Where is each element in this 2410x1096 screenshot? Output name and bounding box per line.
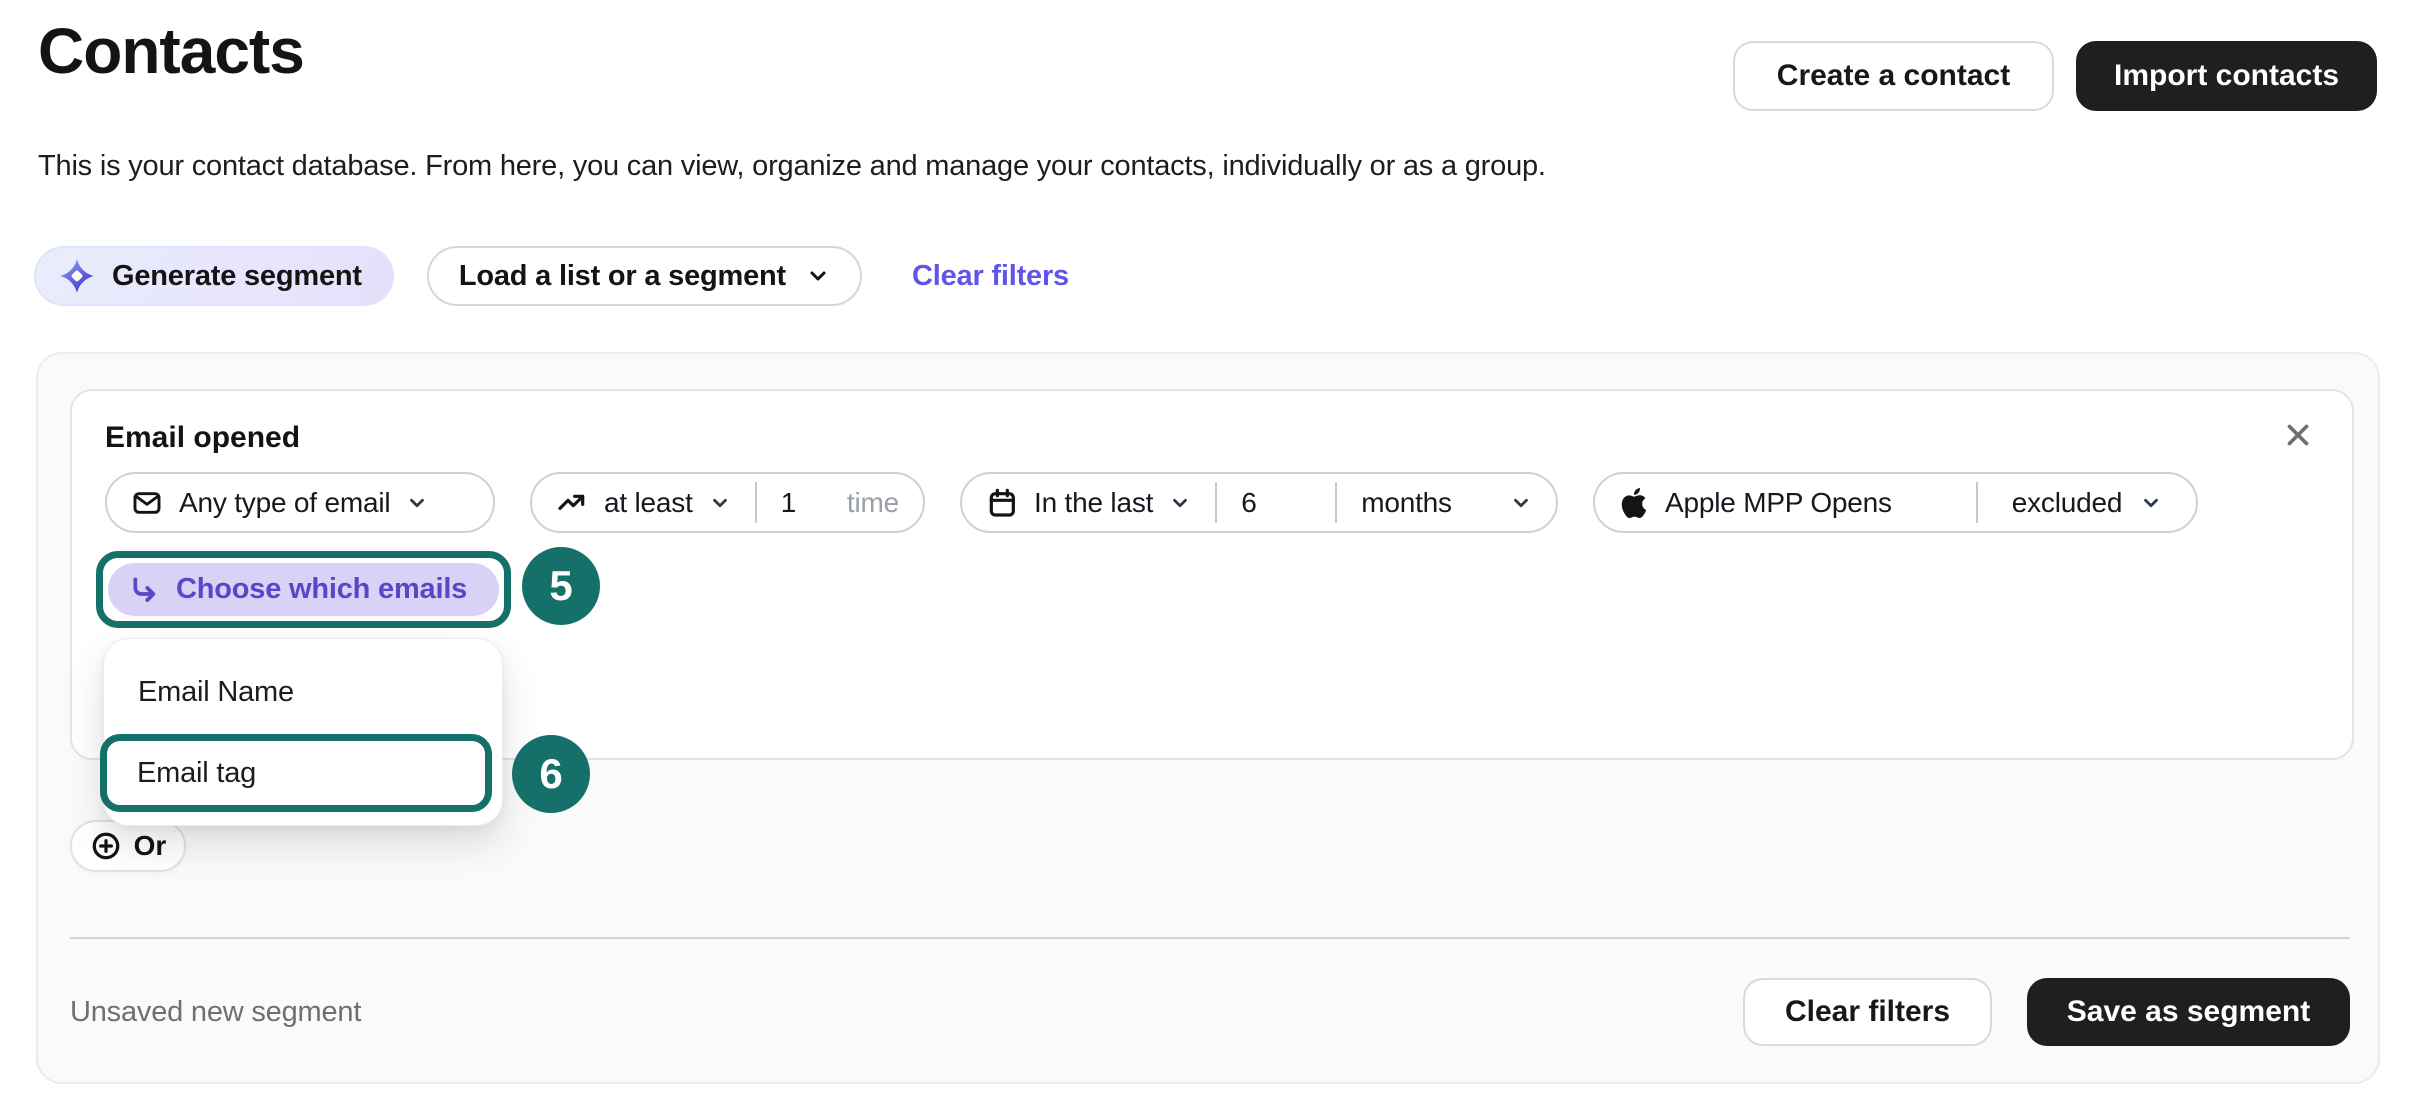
- choose-which-emails-button[interactable]: Choose which emails: [108, 563, 499, 616]
- apple-icon: [1619, 488, 1649, 518]
- close-icon: [2281, 418, 2315, 452]
- load-list-dropdown[interactable]: Load a list or a segment: [427, 246, 862, 306]
- rule-conditions-row: Any type of email at least 1 time: [105, 472, 2198, 533]
- plus-circle-icon: [90, 830, 122, 862]
- dropdown-item-email-tag[interactable]: Email tag: [107, 757, 256, 790]
- frequency-unit-placeholder: time: [847, 487, 899, 519]
- or-button-label: Or: [134, 830, 167, 862]
- frequency-value-input[interactable]: 1 time: [757, 474, 923, 531]
- clear-filters-button[interactable]: Clear filters: [1743, 978, 1992, 1046]
- segment-builder-panel: Email opened Any type of email at least: [36, 352, 2380, 1084]
- footer-divider: [70, 937, 2350, 939]
- remove-rule-button[interactable]: [2278, 415, 2318, 455]
- chevron-down-icon: [1510, 492, 1532, 514]
- timeframe-pill: In the last 6 months: [960, 472, 1558, 533]
- apple-mpp-pill: Apple MPP Opens excluded: [1593, 472, 2198, 533]
- timeframe-unit-value: months: [1361, 487, 1452, 519]
- step-6-badge: 6: [512, 735, 590, 813]
- frequency-operator-value: at least: [604, 487, 693, 519]
- add-or-condition-button[interactable]: Or: [70, 820, 186, 872]
- page-actions: Create a contact Import contacts: [1733, 41, 2377, 111]
- timeframe-value-input[interactable]: 6: [1217, 474, 1335, 531]
- chevron-down-icon: [2140, 492, 2162, 514]
- email-type-select[interactable]: Any type of email: [107, 474, 452, 531]
- email-type-pill: Any type of email: [105, 472, 495, 533]
- timeframe-operator-value: In the last: [1034, 487, 1153, 519]
- chevron-down-icon: [406, 492, 428, 514]
- generate-segment-button[interactable]: Generate segment: [34, 246, 394, 306]
- corner-down-right-icon: [128, 574, 160, 606]
- rule-title: Email opened: [105, 421, 300, 455]
- apple-mpp-mode-select[interactable]: excluded: [1978, 474, 2196, 531]
- create-contact-button[interactable]: Create a contact: [1733, 41, 2054, 111]
- chevron-down-icon: [806, 264, 830, 288]
- email-type-value: Any type of email: [179, 487, 390, 519]
- step-5-badge: 5: [522, 547, 600, 625]
- annotation-step-6-outline: Email tag: [100, 734, 492, 812]
- annotation-step-5-outline: Choose which emails: [96, 551, 511, 628]
- page-subtitle: This is your contact database. From here…: [38, 150, 1546, 183]
- timeframe-value: 6: [1241, 487, 1256, 519]
- frequency-value: 1: [781, 487, 796, 519]
- apple-mpp-mode-value: excluded: [2012, 487, 2122, 519]
- frequency-pill: at least 1 time: [530, 472, 925, 533]
- segment-footer: Unsaved new segment Clear filters Save a…: [70, 978, 2350, 1046]
- dropdown-item-email-name[interactable]: Email Name: [104, 676, 502, 709]
- generate-segment-label: Generate segment: [112, 260, 362, 293]
- timeframe-unit-select[interactable]: months: [1337, 474, 1556, 531]
- mail-icon: [131, 487, 163, 519]
- choose-which-emails-label: Choose which emails: [176, 573, 467, 606]
- save-as-segment-button[interactable]: Save as segment: [2027, 978, 2350, 1046]
- trending-up-icon: [556, 487, 588, 519]
- timeframe-operator-select[interactable]: In the last: [962, 474, 1215, 531]
- page-title: Contacts: [38, 14, 304, 88]
- segment-status-text: Unsaved new segment: [70, 996, 1743, 1029]
- chevron-down-icon: [709, 492, 731, 514]
- load-list-label: Load a list or a segment: [459, 260, 786, 293]
- clear-filters-link[interactable]: Clear filters: [912, 260, 1069, 293]
- chevron-down-icon: [1169, 492, 1191, 514]
- apple-mpp-text: Apple MPP Opens: [1665, 487, 1892, 519]
- segment-toolbar: Generate segment Load a list or a segmen…: [34, 246, 1069, 306]
- apple-mpp-label: Apple MPP Opens: [1595, 474, 1976, 531]
- calendar-icon: [986, 487, 1018, 519]
- frequency-operator-select[interactable]: at least: [532, 474, 755, 531]
- sparkle-diamond-icon: [58, 257, 96, 295]
- import-contacts-button[interactable]: Import contacts: [2076, 41, 2377, 111]
